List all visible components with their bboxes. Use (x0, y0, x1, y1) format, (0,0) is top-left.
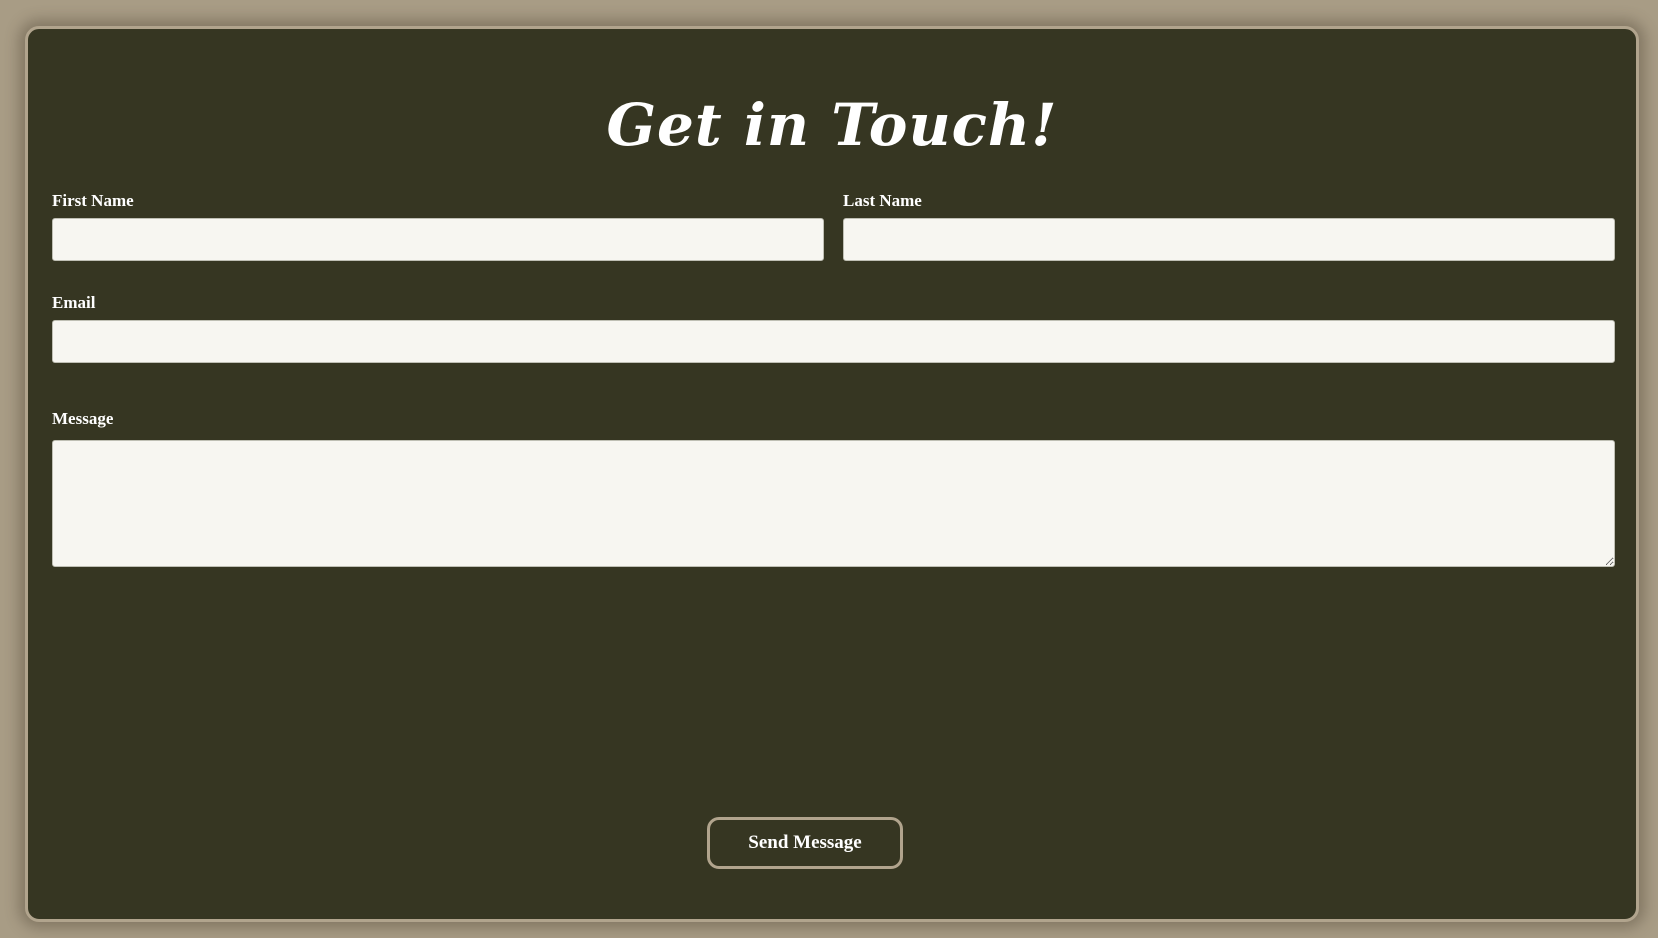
message-textarea[interactable] (52, 440, 1615, 567)
first-name-field[interactable] (52, 218, 824, 261)
last-name-field[interactable] (843, 218, 1615, 261)
page-title: Get in Touch! (606, 91, 1058, 159)
email-label: Email (52, 293, 96, 312)
last-name-label: Last Name (843, 191, 922, 210)
email-field[interactable] (52, 320, 1615, 363)
first-name-label: First Name (52, 191, 134, 210)
send-message-button[interactable]: Send Message (707, 817, 903, 869)
message-label: Message (52, 409, 114, 428)
